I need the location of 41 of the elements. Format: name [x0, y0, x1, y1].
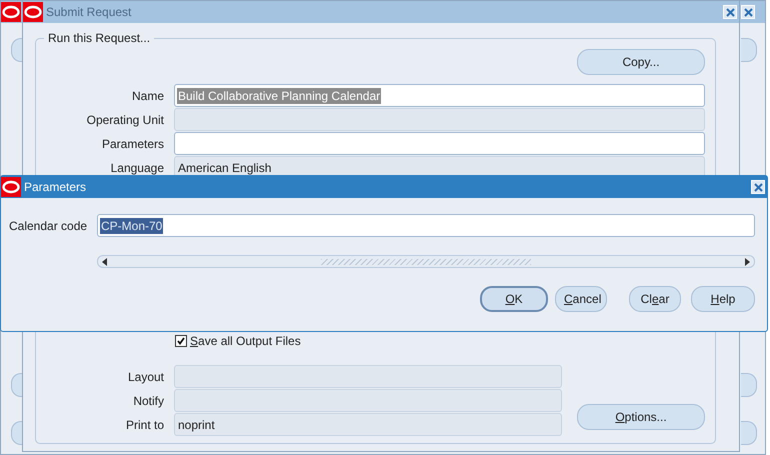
dialog-button[interactable]: Help [691, 286, 755, 312]
field-label: Language [110, 160, 164, 174]
field-label: Calendar code [9, 218, 88, 232]
app-icon [23, 2, 43, 22]
field-label: Operating Unit [86, 112, 164, 126]
input-field[interactable]: CP-Mon-70 [97, 214, 755, 237]
button[interactable] [741, 373, 757, 397]
input-field[interactable] [174, 108, 705, 131]
window-title: Submit Request [46, 5, 132, 19]
dialog-button[interactable]: OK [480, 286, 548, 312]
app-icon [1, 177, 21, 197]
dialog-button[interactable]: Clear [629, 286, 681, 312]
scroll-right-icon[interactable] [744, 258, 751, 266]
close-button[interactable] [751, 180, 765, 194]
field-label: Name [130, 88, 164, 102]
options-button[interactable]: Options... [577, 404, 705, 430]
checkbox-label: Save all Output Files [190, 334, 301, 348]
field-label: Notify [132, 394, 164, 408]
checkbox[interactable] [175, 335, 187, 347]
input-field[interactable] [174, 365, 562, 388]
button[interactable] [11, 373, 22, 397]
checkmark-icon [177, 337, 185, 345]
field-label: Print to [124, 418, 164, 432]
button[interactable] [11, 421, 22, 445]
group-title: Run this Request... [47, 31, 152, 45]
copy-button[interactable]: Copy... [577, 49, 705, 75]
input-field[interactable]: noprint [174, 413, 562, 436]
input-field[interactable] [174, 389, 562, 412]
input-field[interactable] [174, 132, 705, 155]
button[interactable] [11, 38, 22, 62]
button[interactable] [741, 38, 757, 62]
field-label: Parameters [100, 136, 164, 150]
dialog-button[interactable]: Cancel [555, 286, 607, 312]
close-button[interactable] [741, 5, 755, 19]
horizontal-scrollbar[interactable] [97, 255, 755, 268]
button[interactable] [741, 421, 757, 445]
app-icon [1, 2, 21, 22]
window-title: Parameters [24, 180, 88, 194]
close-button[interactable] [723, 5, 737, 19]
scroll-left-icon[interactable] [101, 258, 108, 266]
field-label: Layout [126, 370, 164, 384]
